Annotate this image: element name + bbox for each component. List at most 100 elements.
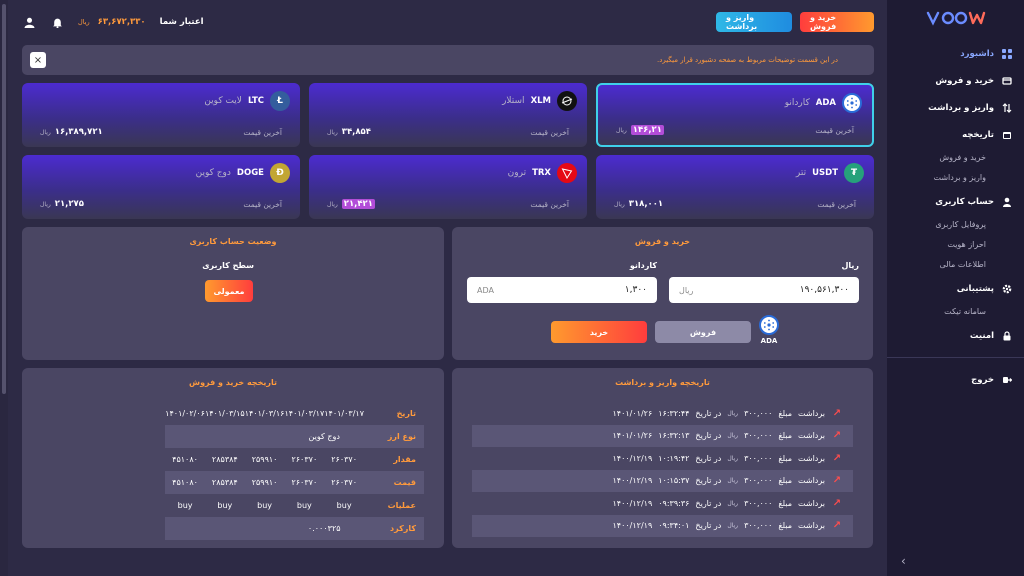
- table-cell: ۱۴۰۱/۰۳/۱۷: [324, 409, 364, 418]
- tx-type: برداشت: [798, 453, 825, 463]
- transaction-row[interactable]: ۱۴۰۰/۱۲/۱۹ ۰۹:۳۹:۳۶ در تاریخ ریال ۳۰۰,۰۰…: [472, 492, 853, 515]
- transaction-row[interactable]: ۱۴۰۰/۱۲/۱۹ ۰۹:۳۴:۰۱ در تاریخ ریال ۳۰۰,۰۰…: [472, 514, 853, 537]
- logo[interactable]: [887, 6, 1024, 30]
- sidebar-subitem-ticket[interactable]: سامانه تیکت: [887, 302, 1024, 322]
- tx-time: ۱۰:۱۹:۴۲: [658, 453, 690, 463]
- coin-card-doge[interactable]: Ð DOGE دوج کوین آخرین قیمت ۲۱,۲۷۵ ریال: [22, 155, 300, 219]
- scrollbar-thumb[interactable]: [2, 4, 6, 394]
- table-row: مقدار ۲۶۰۳۷۰ ۲۶۰۳۷۰ ۲۵۹۹۱۰ ۲۸۵۳۸۴ ۴۵۱۰۸۰: [165, 448, 424, 471]
- tx-date-label: در تاریخ: [695, 521, 722, 531]
- table-cell: ۲۸۵۳۸۴: [211, 455, 238, 464]
- notice-banner: × در این قسمت توضیحات مربوط به صفحه دشبو…: [22, 45, 874, 75]
- table-cell: ۴۵۱۰۸۰: [165, 471, 205, 494]
- sidebar-item-logout[interactable]: خروج: [887, 366, 1024, 393]
- arrow-up-right-icon: ↗: [832, 430, 842, 442]
- price-unit: ریال: [614, 200, 625, 208]
- sidebar-item-account[interactable]: حساب کاربری: [887, 188, 1024, 215]
- transaction-row[interactable]: ۱۴۰۱/۰۱/۲۶ ۱۶:۳۲:۱۳ در تاریخ ریال ۳۰۰,۰۰…: [472, 424, 853, 447]
- table-cell: ۰.۰۰۰۳۲۵: [284, 517, 364, 540]
- litecoin-icon: Ł: [270, 91, 290, 111]
- sidebar-item-deposit-withdraw[interactable]: واریز و برداشت: [887, 94, 1024, 121]
- table-cell: [244, 517, 285, 540]
- sidebar-subitem-kyc[interactable]: احراز هویت: [887, 235, 1024, 255]
- table-cell: ۲۵۹۹۱۰: [251, 455, 278, 464]
- sidebar-divider: [887, 357, 1024, 358]
- sidebar-item-buy-sell[interactable]: خرید و فروش: [887, 67, 1024, 94]
- rial-amount-value: ۱۹۰,۵۶۱,۳۰۰: [799, 285, 849, 295]
- coin-card-usdt[interactable]: ₮ USDT تتر آخرین قیمت ۳۱۸,۰۰۱ ریال: [596, 155, 874, 219]
- price-label: آخرین قیمت: [815, 125, 854, 135]
- user-level-label: سطح کاربری: [202, 261, 254, 270]
- calendar-icon: [1001, 129, 1012, 140]
- dogecoin-icon: Ð: [270, 163, 290, 183]
- trade-panel-title: خرید و فروش: [634, 237, 691, 246]
- sidebar-item-history[interactable]: تاریخچه: [887, 121, 1024, 148]
- coin-symbol: DOGE: [236, 168, 264, 178]
- table-cell: ۲۵۹۹۱۰: [244, 471, 285, 494]
- buy-button[interactable]: خرید: [551, 321, 647, 343]
- scrollbar[interactable]: [0, 0, 8, 576]
- rial-amount-input[interactable]: ۱۹۰,۵۶۱,۳۰۰ ریال: [669, 277, 859, 303]
- row-header-operation: عملیات: [387, 501, 416, 510]
- transaction-row[interactable]: ۱۴۰۰/۱۲/۱۹ ۱۰:۱۹:۴۲ در تاریخ ریال ۳۰۰,۰۰…: [472, 447, 853, 470]
- buy-sell-button[interactable]: خرید و فروش: [800, 12, 874, 32]
- tx-time: ۱۰:۱۵:۳۷: [658, 476, 690, 486]
- row-header-performance: کارکرد: [364, 517, 424, 540]
- tether-icon: ₮: [844, 163, 864, 183]
- trade-panel: خرید و فروش ریال کاردانو ۱۹۰,۵۶۱,۳۰۰ ریا…: [452, 227, 873, 360]
- coin-card-trx[interactable]: TRX ترون آخرین قیمت ۲۱,۴۲۱ ریال: [309, 155, 587, 219]
- coin-name: ترون: [507, 168, 527, 178]
- tx-amount-label: مبلغ: [778, 453, 793, 463]
- table-cell: ۱۴۰۱/۰۳/۱۷: [284, 409, 325, 418]
- price-label: آخرین قیمت: [243, 199, 282, 209]
- tx-date-label: در تاریخ: [695, 476, 722, 486]
- coin-symbol: XLM: [530, 96, 551, 106]
- coin-amount-input[interactable]: ۱,۳۰۰ ADA: [467, 277, 657, 303]
- coin-selector[interactable]: ADA: [759, 315, 779, 345]
- sidebar-item-dashboard[interactable]: داشبورد: [887, 40, 1024, 67]
- price-value: ۳۱۸,۰۰۱: [628, 199, 664, 209]
- user-icon[interactable]: [22, 15, 36, 29]
- sidebar-subitem-profile[interactable]: پروفایل کاربری: [887, 215, 1024, 235]
- sell-button[interactable]: فروش: [655, 321, 751, 343]
- table-cell: buy: [177, 501, 193, 510]
- transaction-row[interactable]: ۱۴۰۱/۰۱/۲۶ ۱۶:۳۲:۴۴ در تاریخ ریال ۳۰۰,۰۰…: [472, 402, 853, 425]
- close-icon[interactable]: ×: [30, 52, 46, 68]
- transaction-row[interactable]: ۱۴۰۰/۱۲/۱۹ ۱۰:۱۵:۳۷ در تاریخ ریال ۳۰۰,۰۰…: [472, 469, 853, 492]
- price-unit: ریال: [40, 200, 51, 208]
- tx-unit: ریال: [727, 432, 739, 440]
- table-cell: ۱۴۰۱/۰۳/۱۶: [244, 409, 285, 418]
- sidebar-subitem-financial[interactable]: اطلاعات مالی: [887, 255, 1024, 275]
- tx-amount: ۳۰۰,۰۰۰: [744, 453, 773, 463]
- arrow-up-right-icon: ↗: [832, 407, 842, 419]
- table-cell: buy: [217, 501, 233, 510]
- sidebar-subitem-history-deposit[interactable]: واریز و برداشت: [887, 168, 1024, 188]
- price-value: ۱۶,۳۸۹,۷۲۱: [54, 127, 103, 137]
- rial-amount-unit: ریال: [679, 285, 694, 295]
- arrow-up-right-icon: ↗: [832, 520, 842, 532]
- tx-date: ۱۴۰۰/۱۲/۱۹: [612, 476, 653, 486]
- tx-date-label: در تاریخ: [695, 408, 722, 418]
- coin-name: لایت کوین: [204, 96, 242, 106]
- table-cell: [165, 517, 205, 540]
- tx-unit: ریال: [727, 409, 739, 417]
- sidebar-item-support[interactable]: پشتیبانی: [887, 275, 1024, 302]
- table-cell: ۴۵۱۰۸۰: [172, 455, 198, 464]
- coin-card-ada[interactable]: ADA کاردانو آخرین قیمت ۱۴۶,۲۱ ریال: [596, 83, 874, 147]
- table-cell: [165, 425, 205, 448]
- price-value: ۲۱,۲۷۵: [54, 199, 84, 209]
- bell-icon[interactable]: [50, 15, 64, 29]
- deposit-withdraw-button[interactable]: واریز و برداشت: [716, 12, 792, 32]
- coin-card-ltc[interactable]: Ł LTC لایت کوین آخرین قیمت ۱۶,۳۸۹,۷۲۱ ری…: [22, 83, 300, 147]
- table-row: نوع ارز دوج کوین: [165, 425, 424, 448]
- sidebar-subitem-history-buy-sell[interactable]: خرید و فروش: [887, 148, 1024, 168]
- table-cell: [204, 425, 245, 448]
- price-unit: ریال: [327, 200, 338, 208]
- table-cell: ۲۸۵۳۸۴: [204, 471, 245, 494]
- sidebar-item-label: خروج: [971, 374, 994, 385]
- arrow-up-right-icon: ↗: [832, 497, 842, 509]
- arrows-icon: [1001, 102, 1012, 113]
- chevron-right-icon[interactable]: ›: [901, 554, 906, 568]
- sidebar-item-security[interactable]: امنیت: [887, 322, 1024, 349]
- coin-card-xlm[interactable]: XLM استلار آخرین قیمت ۳۴,۸۵۴ ریال: [309, 83, 587, 147]
